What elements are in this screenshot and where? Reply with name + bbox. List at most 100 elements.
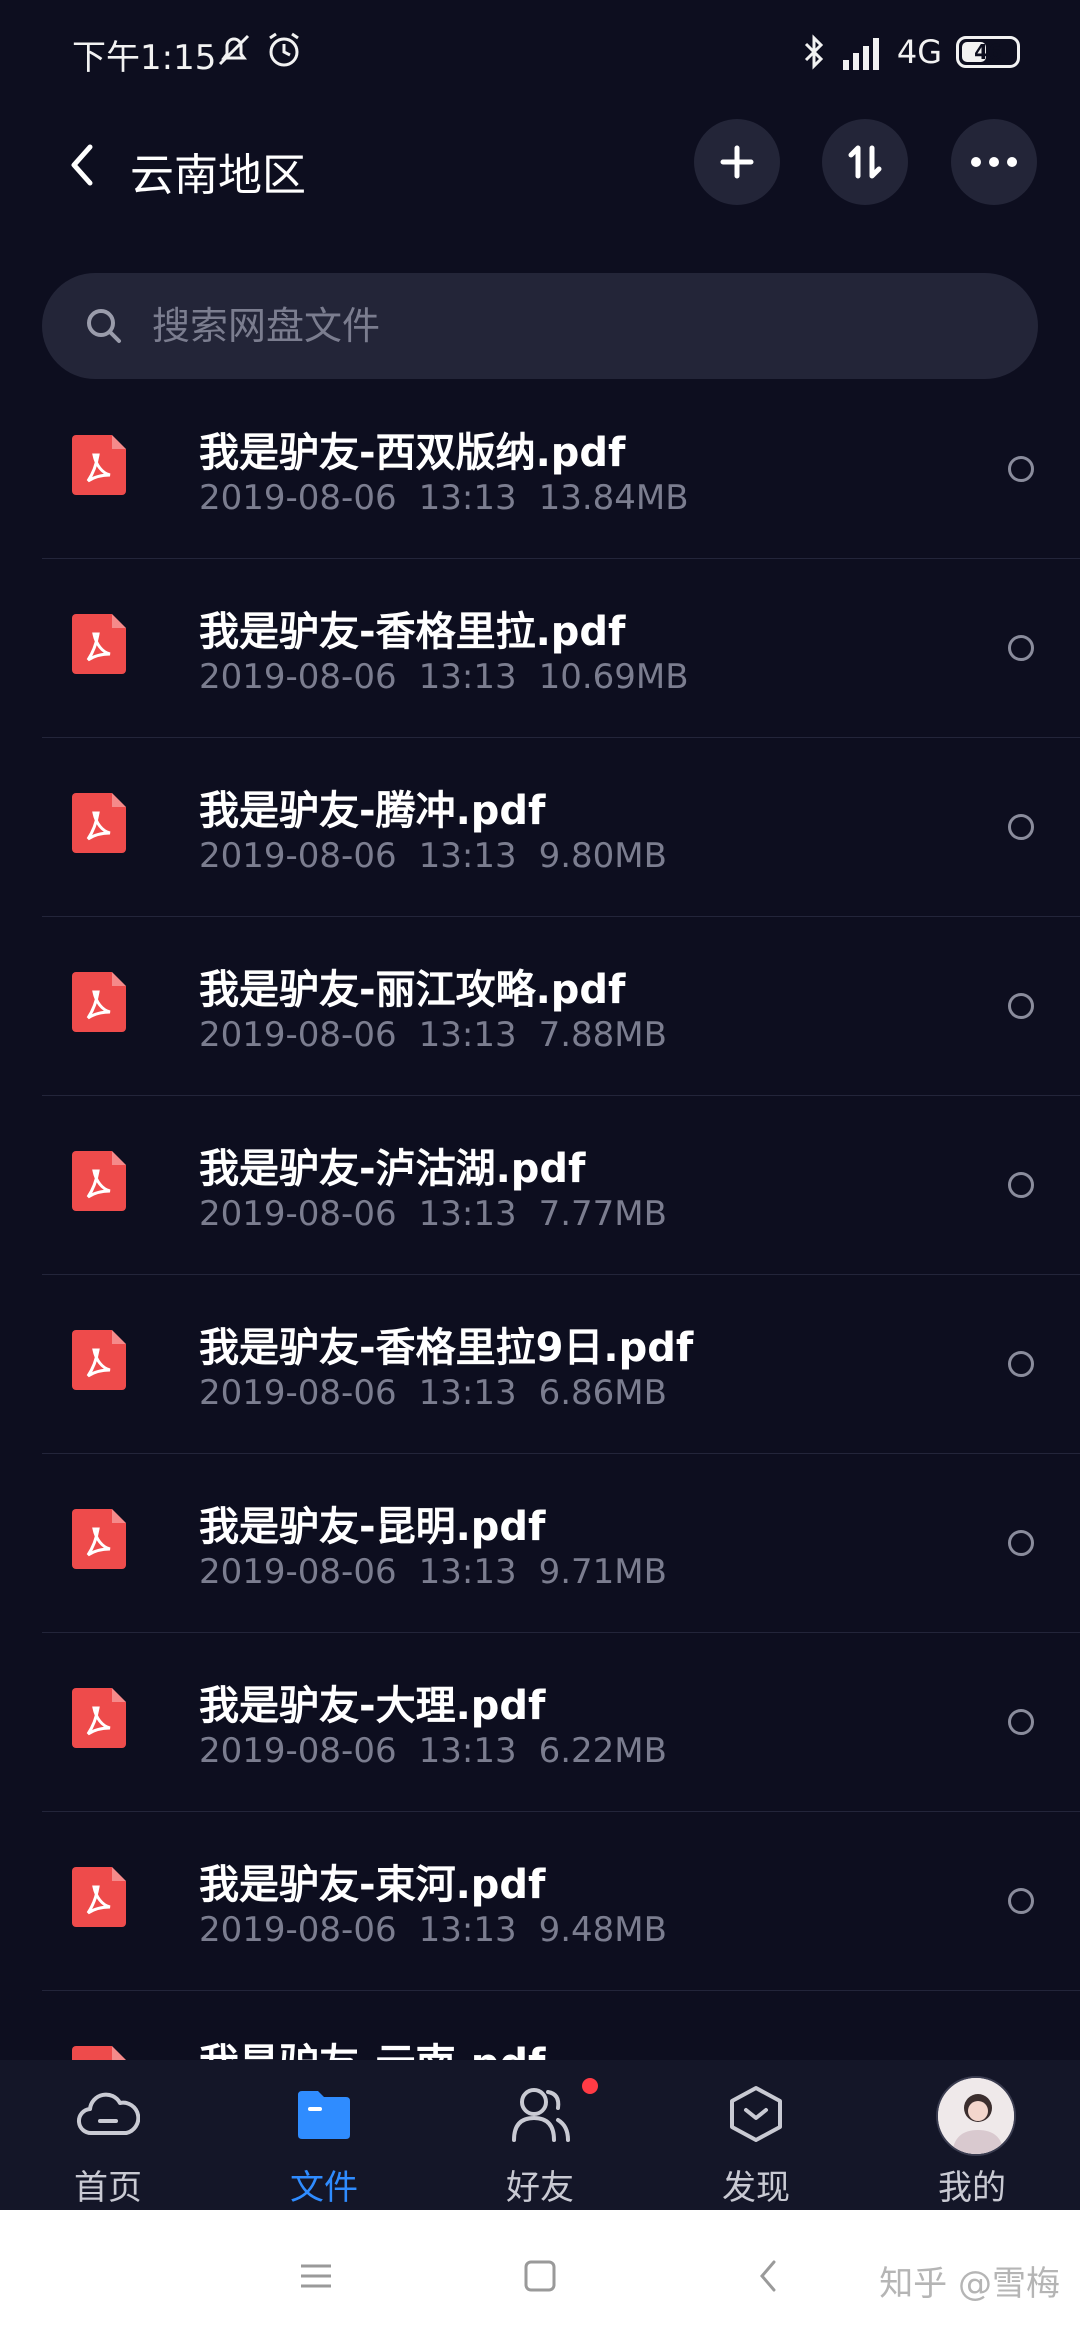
file-date: 2019-08-06	[199, 478, 397, 518]
file-size: 9.48MB	[538, 1910, 667, 1950]
menu-button[interactable]	[288, 2248, 344, 2304]
select-checkbox[interactable]	[1008, 1888, 1034, 1914]
file-row[interactable]: 我是驴友-束河.pdf 2019-08-06 13:13 9.48MB	[0, 1812, 1080, 1991]
status-right: 4G 46	[801, 30, 1020, 74]
bluetooth-icon	[804, 34, 823, 70]
search-icon	[87, 309, 121, 343]
nav-label: 发现	[722, 2168, 790, 2208]
file-row[interactable]: 我是驴友-西双版纳.pdf 2019-08-06 13:13 13.84MB	[0, 380, 1080, 559]
select-checkbox[interactable]	[1008, 1709, 1034, 1735]
pdf-file-icon	[72, 1867, 126, 1927]
file-time: 13:13	[418, 1552, 517, 1592]
more-icon	[971, 157, 1017, 167]
sort-button[interactable]	[822, 119, 908, 205]
nav-item-home[interactable]: 首页	[0, 2060, 216, 2210]
file-name: 我是驴友-昆明.pdf	[199, 1504, 546, 1550]
folder-icon	[292, 2082, 356, 2146]
pdf-file-icon	[72, 435, 126, 495]
file-date: 2019-08-06	[199, 836, 397, 876]
file-size: 9.71MB	[538, 1552, 667, 1592]
file-row[interactable]: 我是驴友-泸沽湖.pdf 2019-08-06 13:13 7.77MB	[0, 1096, 1080, 1275]
select-checkbox[interactable]	[1008, 1530, 1034, 1556]
file-row[interactable]: 我是驴友-香格里拉9日.pdf 2019-08-06 13:13 6.86MB	[0, 1275, 1080, 1454]
file-time: 13:13	[418, 1373, 517, 1413]
avatar	[936, 2076, 1016, 2156]
nav-item-me[interactable]: 我的	[864, 2060, 1080, 2210]
pdf-file-icon	[72, 1688, 126, 1748]
file-date: 2019-08-06	[199, 1552, 397, 1592]
file-meta: 2019-08-06 13:13 9.80MB	[199, 836, 689, 876]
pdf-file-icon	[72, 614, 126, 674]
file-meta: 2019-08-06 13:13 7.77MB	[199, 1194, 689, 1234]
status-bar: 下午1:15 4G 46	[0, 0, 1080, 105]
back-button[interactable]	[52, 135, 112, 195]
back-arrow-icon	[71, 144, 93, 186]
file-size: 6.86MB	[538, 1373, 667, 1413]
file-time: 13:13	[418, 1194, 517, 1234]
select-checkbox[interactable]	[1008, 814, 1034, 840]
pdf-file-icon	[72, 793, 126, 853]
network-type: 4G	[896, 33, 942, 71]
file-time: 13:13	[418, 1910, 517, 1950]
cloud-icon	[76, 2082, 140, 2146]
file-time: 13:13	[418, 657, 517, 697]
sort-icon	[848, 145, 882, 179]
file-meta: 2019-08-06 13:13 6.22MB	[199, 1731, 689, 1771]
nav-label: 我的	[938, 2168, 1006, 2208]
status-time: 下午1:15	[72, 38, 217, 78]
square-icon	[524, 2260, 556, 2292]
nav-label: 好友	[506, 2168, 574, 2208]
file-row[interactable]: 我是驴友-大理.pdf 2019-08-06 13:13 6.22MB	[0, 1633, 1080, 1812]
nav-item-discover[interactable]: 发现	[648, 2060, 864, 2210]
file-size: 7.77MB	[538, 1194, 667, 1234]
file-meta: 2019-08-06 13:13 10.69MB	[199, 657, 711, 697]
file-size: 9.80MB	[538, 836, 667, 876]
search-input[interactable]	[152, 273, 972, 379]
file-row[interactable]: 我是驴友-香格里拉.pdf 2019-08-06 13:13 10.69MB	[0, 559, 1080, 738]
pdf-file-icon	[72, 1509, 126, 1569]
nav-item-friends[interactable]: 好友	[432, 2060, 648, 2210]
add-button[interactable]	[694, 119, 780, 205]
select-checkbox[interactable]	[1008, 635, 1034, 661]
file-row[interactable]: 我是驴友-昆明.pdf 2019-08-06 13:13 9.71MB	[0, 1454, 1080, 1633]
file-name: 我是驴友-丽江攻略.pdf	[199, 967, 626, 1013]
alarm-icon	[269, 32, 299, 67]
file-date: 2019-08-06	[199, 1731, 397, 1771]
file-list[interactable]: 我是驴友-西双版纳.pdf 2019-08-06 13:13 13.84MB 我是驴…	[0, 380, 1080, 2060]
mute-icon	[218, 34, 250, 66]
file-row[interactable]: 我是驴友-腾冲.pdf 2019-08-06 13:13 9.80MB	[0, 738, 1080, 917]
friends-icon	[508, 2082, 572, 2146]
select-checkbox[interactable]	[1008, 1172, 1034, 1198]
select-checkbox[interactable]	[1008, 1351, 1034, 1377]
battery-level: 46	[974, 40, 1002, 64]
select-checkbox[interactable]	[1008, 993, 1034, 1019]
home-button[interactable]	[512, 2248, 568, 2304]
file-date: 2019-08-06	[199, 1194, 397, 1234]
file-date: 2019-08-06	[199, 1910, 397, 1950]
chevron-left-icon	[760, 2260, 776, 2292]
system-back-button[interactable]	[740, 2248, 796, 2304]
file-time: 13:13	[418, 836, 517, 876]
search-bar[interactable]	[42, 273, 1038, 379]
pdf-file-icon	[72, 1330, 126, 1390]
file-name: 我是驴友-束河.pdf	[199, 1862, 546, 1908]
pdf-file-icon	[72, 2046, 126, 2060]
watermark: 知乎 @雪梅	[879, 2264, 1060, 2304]
signal-icon	[842, 38, 879, 70]
page-title: 云南地区	[130, 150, 306, 201]
bottom-nav: 首页 文件 好友 发现 我的	[0, 2060, 1080, 2210]
file-row[interactable]: 我是驴友-丽江攻略.pdf 2019-08-06 13:13 7.88MB	[0, 917, 1080, 1096]
nav-label: 首页	[74, 2168, 142, 2208]
notification-badge	[582, 2078, 598, 2094]
file-row[interactable]: 我是驴友-云南.pdf	[0, 1991, 1080, 2060]
nav-item-files[interactable]: 文件	[216, 2060, 432, 2210]
select-checkbox[interactable]	[1008, 456, 1034, 482]
file-meta: 2019-08-06 13:13 6.86MB	[199, 1373, 689, 1413]
more-button[interactable]	[951, 119, 1037, 205]
file-meta: 2019-08-06 13:13 13.84MB	[199, 478, 711, 518]
file-size: 7.88MB	[538, 1015, 667, 1055]
file-date: 2019-08-06	[199, 1015, 397, 1055]
discover-icon	[724, 2082, 788, 2146]
pdf-file-icon	[72, 972, 126, 1032]
file-time: 13:13	[418, 1015, 517, 1055]
